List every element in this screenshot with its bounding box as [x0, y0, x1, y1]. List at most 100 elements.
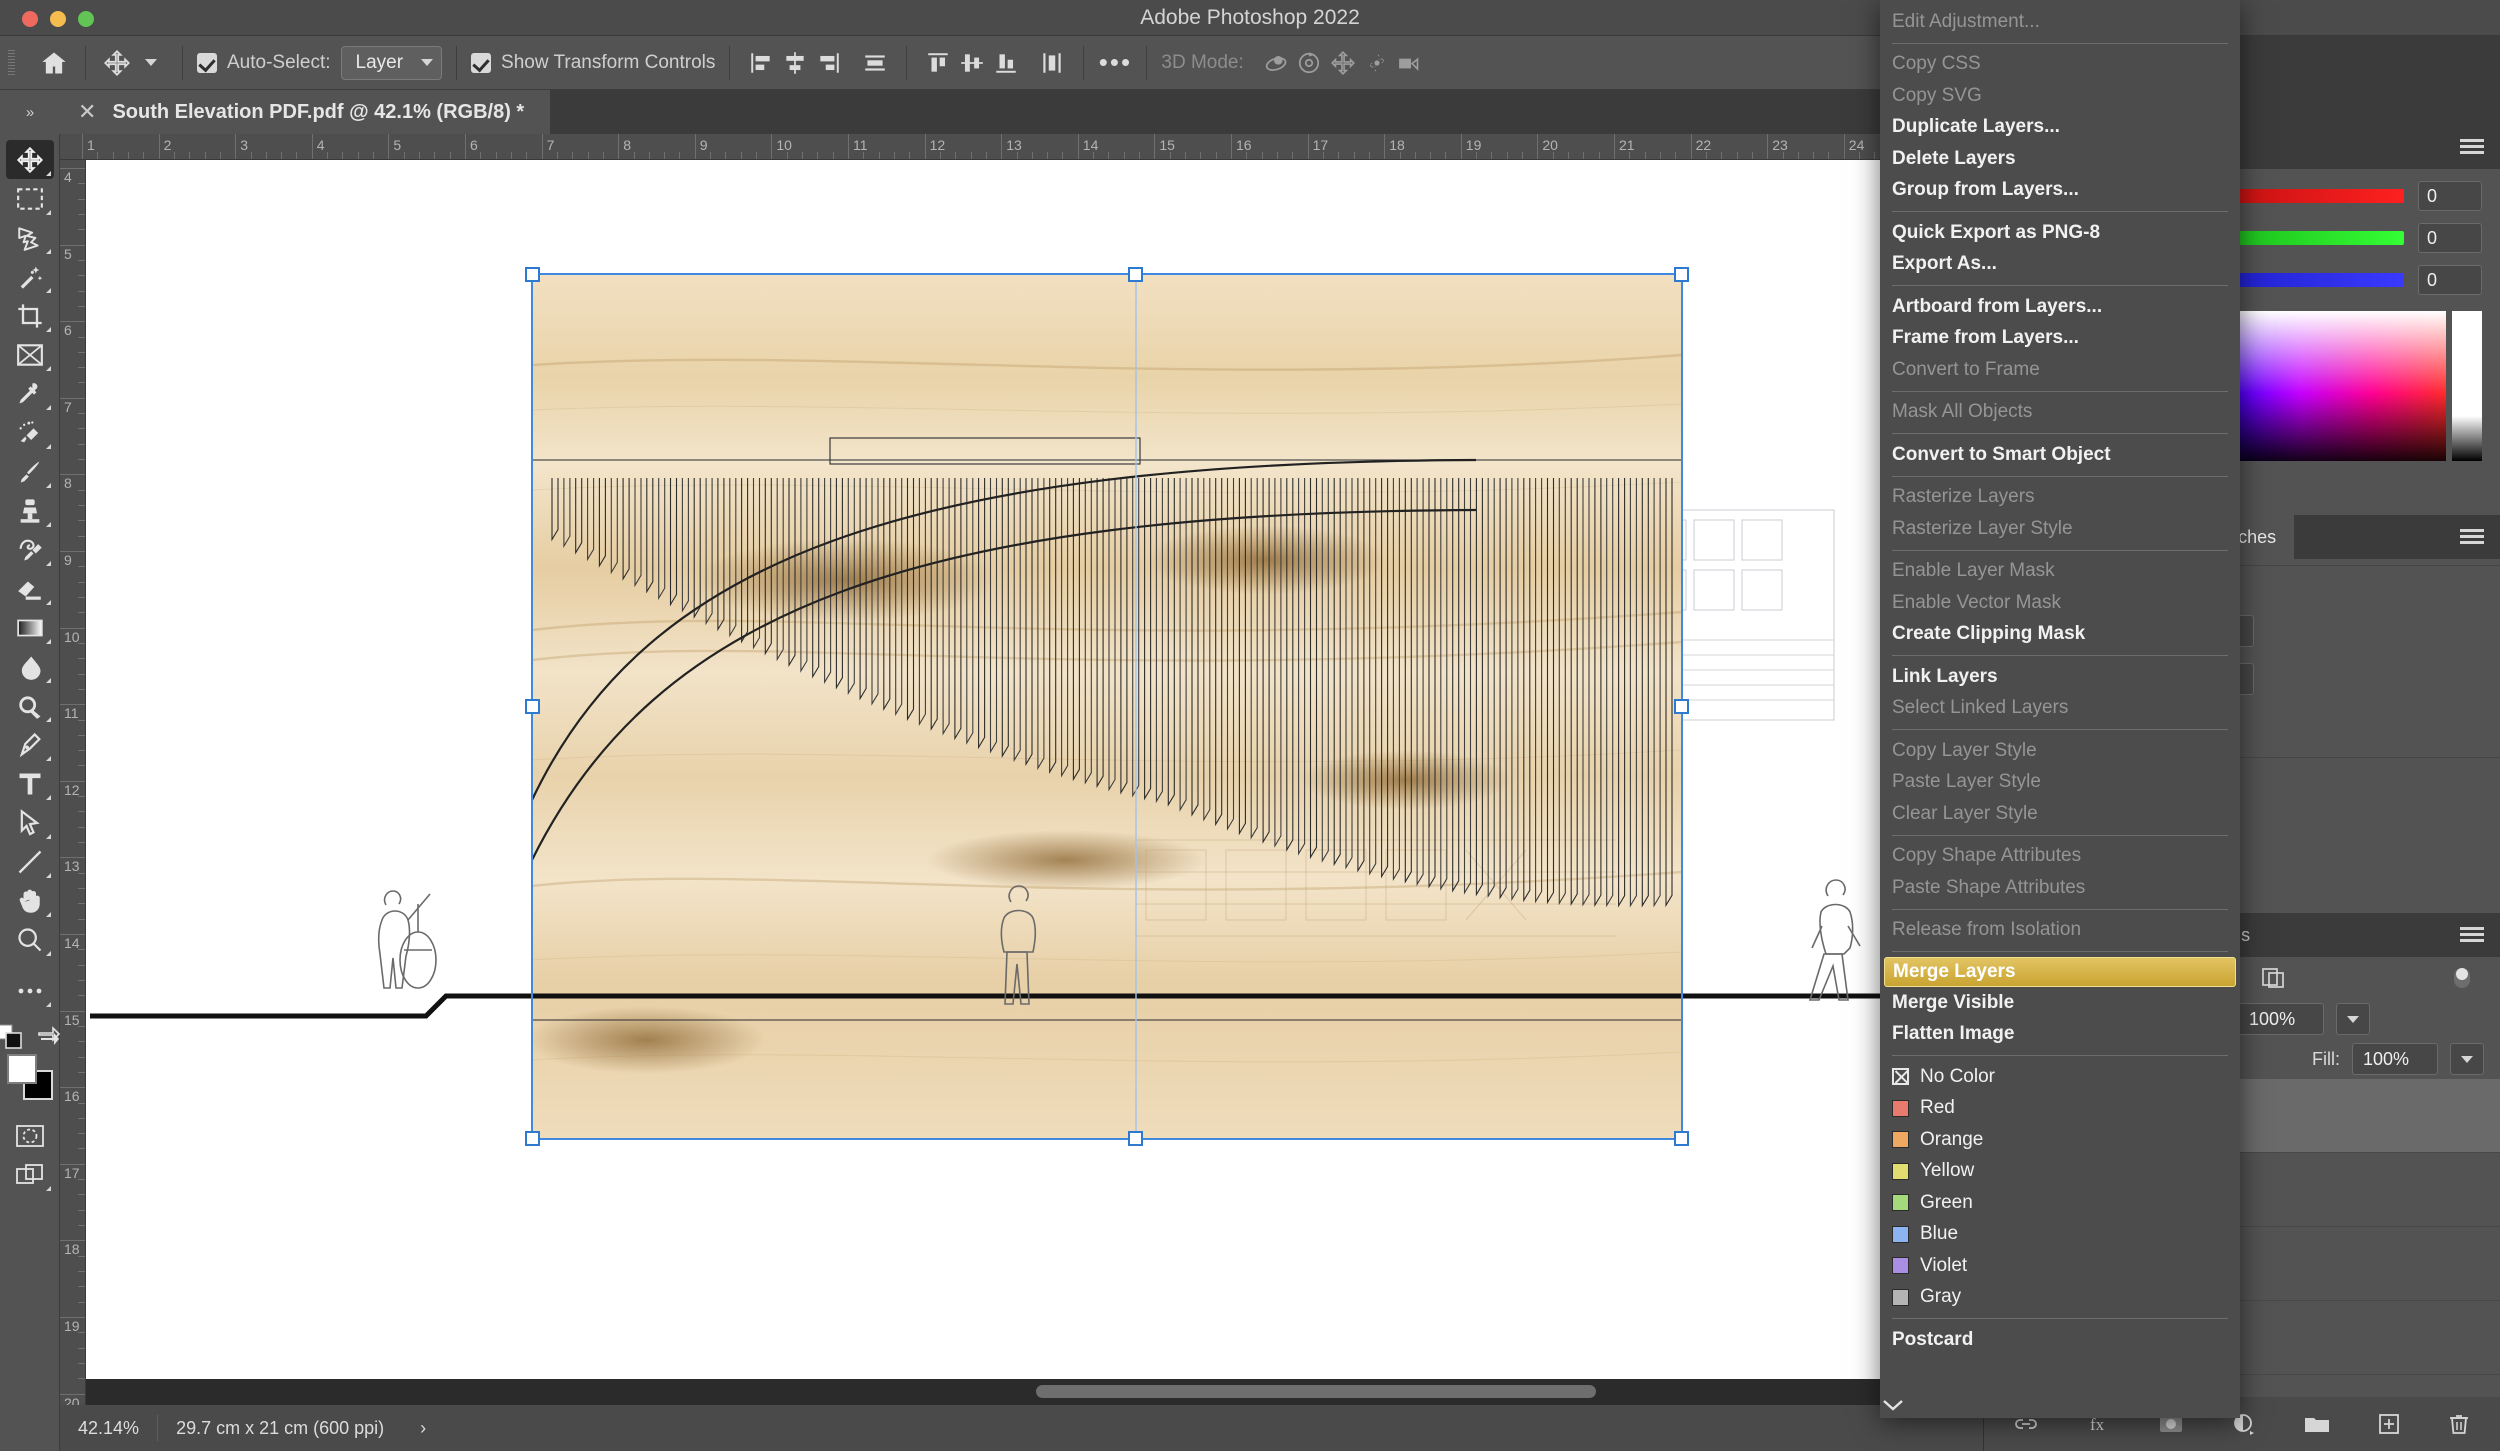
tool-edit-toolbar[interactable] — [6, 971, 54, 1010]
distribute-vertically-icon[interactable] — [1035, 46, 1069, 80]
quick-mask-toggle[interactable] — [6, 1116, 54, 1155]
tool-eyedropper[interactable] — [6, 374, 54, 413]
menu-item[interactable]: Merge Layers — [1884, 957, 2236, 987]
zoom-3d-camera-icon[interactable] — [1394, 46, 1428, 80]
tool-line[interactable] — [6, 842, 54, 881]
close-icon[interactable]: ✕ — [78, 99, 96, 125]
fill-dropdown[interactable] — [2450, 1043, 2484, 1075]
tool-crop[interactable] — [6, 296, 54, 335]
tool-path-selection[interactable] — [6, 803, 54, 842]
menu-item[interactable]: Create Clipping Mask — [1880, 619, 2240, 651]
tool-lasso[interactable] — [6, 218, 54, 257]
align-left-edges-icon[interactable] — [744, 46, 778, 80]
tool-quick-selection[interactable] — [6, 257, 54, 296]
menu-item[interactable]: Postcard — [1880, 1324, 2240, 1356]
tool-rectangular-marquee[interactable] — [6, 179, 54, 218]
align-bottom-edges-icon[interactable] — [989, 46, 1023, 80]
color-value-strip[interactable] — [2452, 311, 2482, 461]
layer-context-menu[interactable]: Edit Adjustment...Copy CSSCopy SVGDuplic… — [1880, 0, 2240, 1418]
foreground-background-color[interactable] — [7, 1054, 53, 1100]
auto-select-checkbox[interactable] — [197, 53, 217, 73]
default-colors-icon[interactable] — [0, 1024, 23, 1050]
show-transform-controls-option[interactable]: Show Transform Controls — [471, 52, 715, 74]
move-tool-icon[interactable] — [100, 46, 134, 80]
tool-pen[interactable] — [6, 725, 54, 764]
menu-item[interactable]: Convert to Smart Object — [1880, 439, 2240, 471]
align-vertical-centers-icon[interactable] — [955, 46, 989, 80]
tool-clone-stamp[interactable] — [6, 491, 54, 530]
blue-value[interactable]: 0 — [2418, 265, 2482, 295]
chevron-down-icon[interactable] — [1880, 1398, 2240, 1412]
tool-type[interactable] — [6, 764, 54, 803]
red-value[interactable]: 0 — [2418, 181, 2482, 211]
vertical-ruler[interactable]: 456789101112131415161718192021 — [60, 160, 86, 1405]
new-group-icon[interactable] — [2303, 1413, 2331, 1435]
roll-3d-icon[interactable] — [1292, 46, 1326, 80]
menu-item[interactable]: Quick Export as PNG-8 — [1880, 217, 2240, 249]
tool-eraser[interactable] — [6, 569, 54, 608]
toggle-on-icon[interactable] — [2450, 965, 2480, 991]
slide-3d-icon[interactable] — [1360, 46, 1394, 80]
menu-item[interactable]: Yellow — [1880, 1156, 2240, 1188]
orbit-3d-icon[interactable] — [1258, 46, 1292, 80]
opacity-dropdown[interactable] — [2336, 1003, 2370, 1035]
tool-spot-healing-brush[interactable] — [6, 413, 54, 452]
align-horizontal-centers-icon[interactable] — [778, 46, 812, 80]
tool-history-brush[interactable] — [6, 530, 54, 569]
toolbar-expand-toggle[interactable]: » — [0, 90, 60, 134]
menu-item[interactable]: Duplicate Layers... — [1880, 112, 2240, 144]
pan-3d-icon[interactable] — [1326, 46, 1360, 80]
filter-smartobject-icon[interactable] — [2260, 966, 2286, 990]
swap-colors-icon[interactable] — [37, 1024, 63, 1050]
menu-item[interactable]: Orange — [1880, 1124, 2240, 1156]
distribute-horizontally-icon[interactable] — [858, 46, 892, 80]
horizontal-scrollbar[interactable] — [86, 1379, 1940, 1405]
tool-blur[interactable] — [6, 647, 54, 686]
document-tab[interactable]: ✕ South Elevation PDF.pdf @ 42.1% (RGB/8… — [60, 90, 550, 134]
auto-select-option[interactable]: Auto-Select: Layer — [197, 46, 442, 80]
menu-item[interactable]: No Color — [1880, 1061, 2240, 1093]
scrollbar-thumb[interactable] — [1036, 1385, 1596, 1398]
horizontal-ruler[interactable]: 123456789101112131415161718192021222324 — [60, 134, 1940, 160]
green-value[interactable]: 0 — [2418, 223, 2482, 253]
options-bar-grip[interactable] — [8, 50, 15, 76]
menu-item[interactable]: Frame from Layers... — [1880, 323, 2240, 355]
menu-item[interactable]: Group from Layers... — [1880, 175, 2240, 207]
more-options-icon[interactable]: ••• — [1098, 46, 1132, 80]
menu-item[interactable]: Flatten Image — [1880, 1019, 2240, 1051]
tool-zoom[interactable] — [6, 920, 54, 959]
show-transform-checkbox[interactable] — [471, 53, 491, 73]
tool-frame[interactable] — [6, 335, 54, 374]
home-icon[interactable] — [37, 46, 71, 80]
screen-mode-toggle[interactable] — [6, 1155, 54, 1194]
status-expand-chevron[interactable]: › — [402, 1418, 444, 1439]
tool-dodge[interactable] — [6, 686, 54, 725]
tool-preset-chevron-icon[interactable] — [134, 46, 168, 80]
menu-item[interactable]: Merge Visible — [1880, 987, 2240, 1019]
panel-menu-icon[interactable] — [2444, 125, 2500, 169]
opacity-value[interactable]: 100% — [2238, 1003, 2324, 1035]
align-top-edges-icon[interactable] — [921, 46, 955, 80]
align-right-edges-icon[interactable] — [812, 46, 846, 80]
tool-hand[interactable] — [6, 881, 54, 920]
menu-item[interactable]: Gray — [1880, 1282, 2240, 1314]
menu-item[interactable]: Delete Layers — [1880, 143, 2240, 175]
menu-item[interactable]: Link Layers — [1880, 661, 2240, 693]
menu-item[interactable]: Violet — [1880, 1250, 2240, 1282]
tool-brush[interactable] — [6, 452, 54, 491]
menu-item[interactable]: Export As... — [1880, 249, 2240, 281]
canvas[interactable]: 0 1 — [86, 160, 1940, 1405]
fill-value[interactable]: 100% — [2352, 1043, 2438, 1075]
menu-item[interactable]: Green — [1880, 1187, 2240, 1219]
delete-layer-icon[interactable] — [2447, 1412, 2471, 1436]
new-layer-icon[interactable] — [2377, 1412, 2401, 1436]
menu-item[interactable]: Red — [1880, 1093, 2240, 1125]
auto-select-dropdown[interactable]: Layer — [341, 46, 443, 80]
menu-item[interactable]: Blue — [1880, 1219, 2240, 1251]
panel-menu-icon[interactable] — [2444, 515, 2500, 559]
menu-item[interactable]: Artboard from Layers... — [1880, 291, 2240, 323]
zoom-level[interactable]: 42.14% — [60, 1418, 157, 1439]
panel-menu-icon[interactable] — [2444, 913, 2500, 957]
tool-gradient[interactable] — [6, 608, 54, 647]
tool-move[interactable] — [6, 140, 54, 179]
